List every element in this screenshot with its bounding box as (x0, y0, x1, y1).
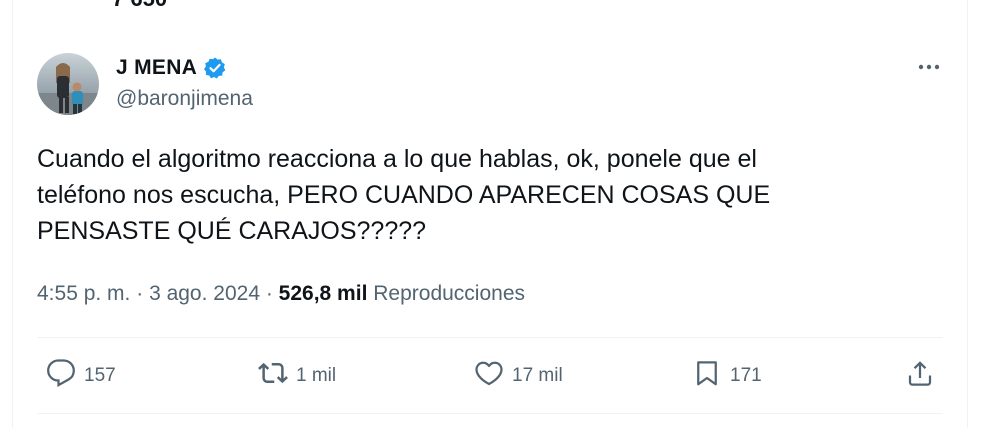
heart-icon (474, 358, 504, 394)
tweet-date[interactable]: 3 ago. 2024 (149, 282, 260, 305)
divider (37, 413, 943, 414)
share-button[interactable] (905, 361, 935, 391)
divider (37, 337, 943, 338)
avatar[interactable] (37, 53, 99, 115)
bookmark-button[interactable]: 171 (692, 361, 762, 391)
like-count: 17 mil (512, 365, 563, 386)
author-handle[interactable]: @baronjimena (116, 87, 253, 111)
retweet-count: 1 mil (296, 365, 337, 386)
bookmark-icon (692, 358, 722, 394)
more-dots-icon[interactable] (914, 57, 944, 77)
author-display-name[interactable]: J MENA (116, 56, 197, 80)
retweet-button[interactable]: 1 mil (258, 361, 336, 391)
verified-badge-icon (203, 56, 227, 80)
meta-separator: · (260, 282, 279, 305)
meta-separator: · (130, 282, 150, 305)
share-icon (905, 358, 935, 394)
views-count[interactable]: 526,8 mil (279, 282, 368, 305)
reply-button[interactable]: 157 (46, 358, 116, 394)
retweet-icon (258, 358, 288, 394)
previous-tweet-snippet: 7 650 (112, 0, 167, 12)
tweet-text: Cuando el algoritmo reacciona a lo que h… (37, 145, 771, 245)
bookmark-count: 171 (730, 365, 762, 386)
reply-icon (46, 358, 76, 394)
like-button[interactable]: 17 mil (474, 361, 563, 391)
views-label: Reproducciones (373, 282, 526, 305)
tweet-metadata: 4:55 p. m. · 3 ago. 2024 · 526,8 mil Rep… (37, 282, 525, 306)
reply-count: 157 (84, 365, 116, 386)
tweet-time[interactable]: 4:55 p. m. (37, 282, 130, 305)
author-name-row[interactable]: J MENA (116, 55, 227, 81)
